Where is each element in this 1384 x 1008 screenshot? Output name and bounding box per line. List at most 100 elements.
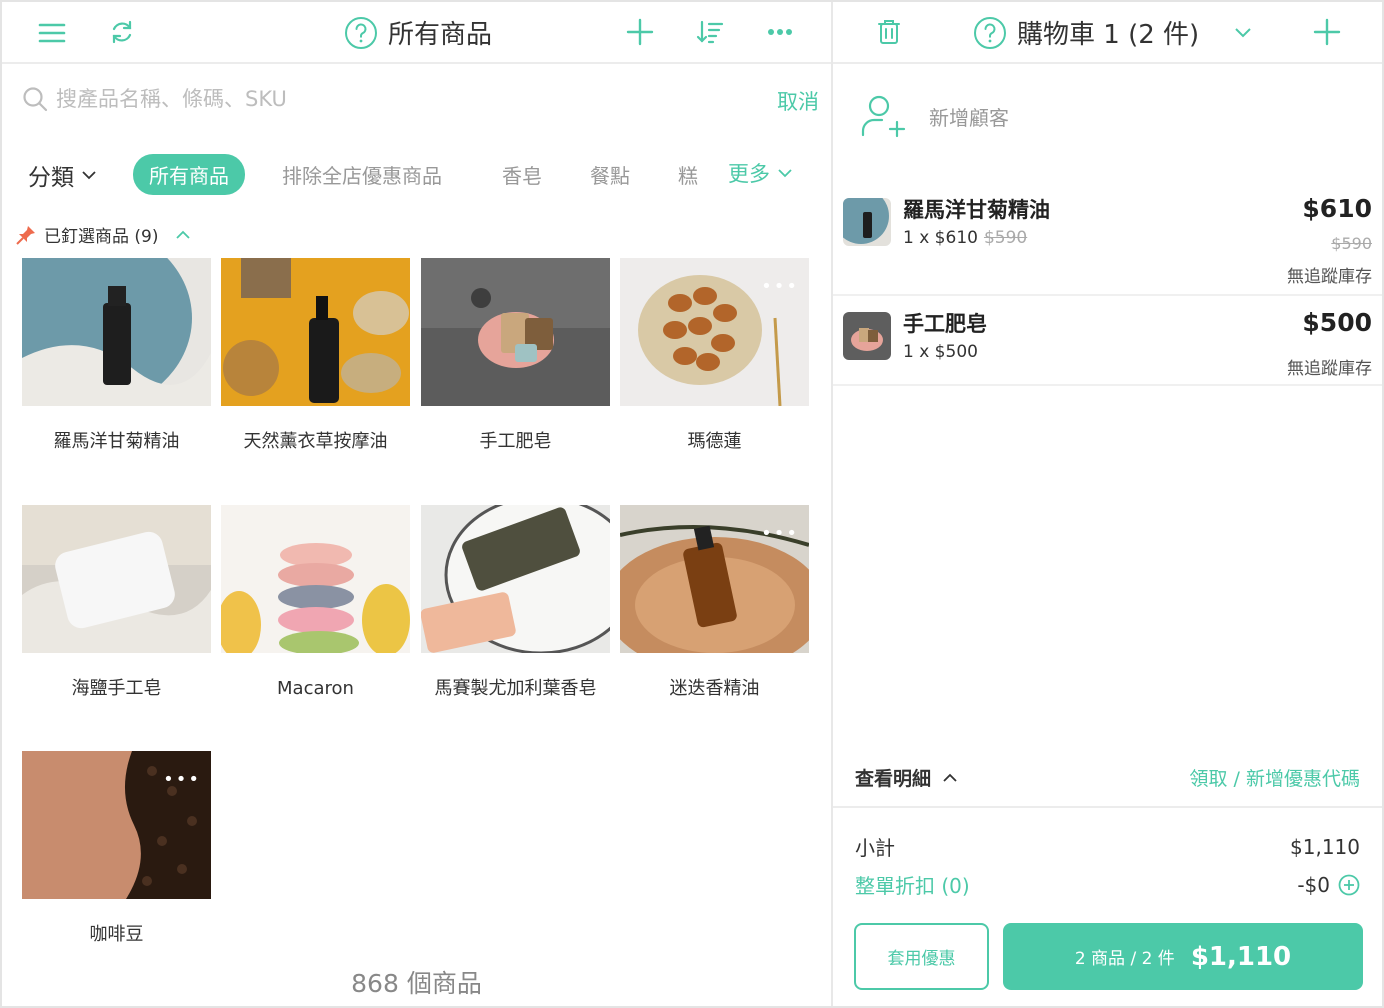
- chip-exclude-discount[interactable]: 排除全店優惠商品: [282, 154, 442, 195]
- cart-item-price: $500: [1302, 308, 1372, 337]
- cart-detail-bar: 查看明細 領取 / 新增優惠代碼: [833, 750, 1382, 808]
- view-details-label: 查看明細: [855, 768, 932, 790]
- product-card[interactable]: 羅馬洋甘菊精油: [22, 258, 211, 466]
- subtotal-row: 小計 $1,110: [855, 832, 1360, 861]
- product-name: Macaron: [277, 678, 354, 699]
- discount-value-group: -$0: [1297, 873, 1360, 897]
- chevron-up-icon: [176, 230, 191, 239]
- chip-soap[interactable]: 香皂: [502, 154, 542, 195]
- subtotal-value: $1,110: [1290, 834, 1360, 859]
- page-title: 所有商品: [388, 20, 493, 50]
- chevron-down-icon: [82, 170, 96, 179]
- cancel-search-button[interactable]: 取消: [777, 86, 819, 116]
- product-name: 手工肥皂: [479, 431, 552, 452]
- cart-topbar: 購物車 1 (2 件): [833, 2, 1382, 64]
- product-card[interactable]: 馬賽製尤加利葉香皂: [421, 505, 610, 713]
- products-topbar: 所有商品: [2, 2, 831, 64]
- category-label: 分類: [28, 165, 74, 191]
- rosemary-oil-image: •••: [620, 505, 809, 653]
- subtotal-label: 小計: [855, 836, 895, 860]
- category-filters: 分類 所有商品 排除全店優惠商品 香皂 餐點 糕 更多: [2, 142, 831, 206]
- handmade-soap-image: [421, 258, 610, 406]
- chevron-down-icon[interactable]: [1235, 27, 1251, 38]
- chip-all-products[interactable]: 所有商品: [133, 154, 245, 195]
- new-cart-icon[interactable]: [1311, 16, 1343, 48]
- product-name: 馬賽製尤加利葉香皂: [434, 678, 597, 699]
- checkout-button[interactable]: 2 商品 / 2 件 $1,110: [1003, 923, 1363, 990]
- product-card[interactable]: ••• 迷迭香精油: [620, 505, 809, 713]
- product-menu-dots[interactable]: •••: [163, 769, 201, 790]
- menu-icon[interactable]: [36, 18, 68, 48]
- order-discount-link[interactable]: 整單折扣 (0): [855, 870, 970, 899]
- sort-icon[interactable]: [694, 16, 726, 48]
- cart-panel: 購物車 1 (2 件) 新增顧客 羅馬洋甘菊精油 1 x $610 $590 $6…: [833, 2, 1382, 1006]
- add-product-icon[interactable]: [624, 16, 656, 48]
- more-categories-button[interactable]: 更多: [722, 158, 792, 188]
- cart-title[interactable]: 購物車 1 (2 件): [973, 14, 1251, 51]
- product-menu-dots[interactable]: •••: [761, 523, 799, 544]
- more-options-icon[interactable]: [764, 16, 796, 48]
- view-details-toggle[interactable]: 查看明細: [855, 764, 957, 791]
- cart-item-stock: 無追蹤庫存: [1287, 359, 1372, 379]
- cart-item-stock: 無追蹤庫存: [1287, 267, 1372, 287]
- cart-item-original-price: $590: [1331, 234, 1372, 253]
- pinned-label: 已釘選商品 (9): [44, 227, 159, 247]
- cart-item-qty: 1 x $610 $590: [903, 228, 1027, 248]
- product-menu-dots[interactable]: •••: [761, 276, 799, 297]
- search-bar: 取消: [2, 66, 831, 134]
- cart-item-price: $610: [1302, 194, 1372, 223]
- essential-oil-thumbnail: [843, 198, 891, 246]
- cart-item-name: 羅馬洋甘菊精油: [903, 198, 1050, 222]
- product-name: 咖啡豆: [89, 924, 144, 945]
- chevron-up-icon: [943, 773, 957, 782]
- trash-icon[interactable]: [873, 16, 905, 48]
- discount-row: 整單折扣 (0) -$0: [855, 870, 1360, 899]
- category-dropdown[interactable]: 分類: [28, 158, 96, 192]
- refresh-icon[interactable]: [106, 16, 138, 48]
- chip-pastry[interactable]: 糕: [678, 154, 698, 195]
- cart-item-qty: 1 x $500: [903, 342, 978, 362]
- chip-meals[interactable]: 餐點: [590, 154, 630, 195]
- madeleine-image: •••: [620, 258, 809, 406]
- cart-item-original-inline: $590: [983, 228, 1028, 248]
- search-input[interactable]: [56, 84, 736, 114]
- checkout-summary: 2 商品 / 2 件: [1074, 949, 1175, 969]
- sea-salt-soap-image: [22, 505, 211, 653]
- help-icon[interactable]: [344, 16, 378, 50]
- chevron-down-icon: [778, 168, 792, 177]
- checkout-total: $1,110: [1190, 941, 1292, 972]
- add-customer-label: 新增顧客: [929, 105, 1009, 130]
- product-name: 天然薰衣草按摩油: [243, 431, 388, 452]
- coffee-beans-image: •••: [22, 751, 211, 899]
- cart-item[interactable]: 手工肥皂 1 x $500 $500 無追蹤庫存: [833, 298, 1382, 386]
- product-card[interactable]: ••• 咖啡豆: [22, 751, 211, 959]
- cart-item-name: 手工肥皂: [903, 312, 987, 336]
- more-label: 更多: [728, 162, 770, 186]
- product-name: 迷迭香精油: [669, 678, 760, 699]
- coupon-code-link[interactable]: 領取 / 新增優惠代碼: [1190, 764, 1360, 791]
- product-card[interactable]: 手工肥皂: [421, 258, 610, 466]
- product-card[interactable]: 海鹽手工皂: [22, 505, 211, 713]
- products-panel: 所有商品 取消 分類 所有商品 排除全店優惠商品 香皂 餐點 糕 更多: [2, 2, 831, 1006]
- handmade-soap-thumbnail: [843, 312, 891, 360]
- product-name: 瑪德蓮: [687, 431, 742, 452]
- product-name: 海鹽手工皂: [71, 678, 162, 699]
- product-name: 羅馬洋甘菊精油: [53, 431, 180, 452]
- apply-discount-button[interactable]: 套用優惠: [854, 923, 989, 990]
- add-circle-icon[interactable]: [1338, 874, 1360, 896]
- product-card[interactable]: 天然薰衣草按摩油: [221, 258, 410, 466]
- product-card[interactable]: ••• 瑪德蓮: [620, 258, 809, 466]
- add-customer-button[interactable]: 新增顧客: [861, 94, 1009, 138]
- massage-oil-image: [221, 258, 410, 406]
- help-icon[interactable]: [973, 16, 1007, 50]
- cart-item-qty-text: 1 x $610: [903, 228, 978, 248]
- pinned-products-toggle[interactable]: 已釘選商品 (9): [16, 222, 191, 247]
- cart-item[interactable]: 羅馬洋甘菊精油 1 x $610 $590 $610 $590 無追蹤庫存: [833, 178, 1382, 296]
- search-icon: [20, 84, 50, 114]
- essential-oil-image: [22, 258, 211, 406]
- add-user-icon: [861, 95, 906, 138]
- macaron-image: [221, 505, 410, 653]
- products-title: 所有商品: [344, 14, 492, 51]
- product-card[interactable]: Macaron: [221, 505, 410, 713]
- pin-icon: [16, 225, 35, 245]
